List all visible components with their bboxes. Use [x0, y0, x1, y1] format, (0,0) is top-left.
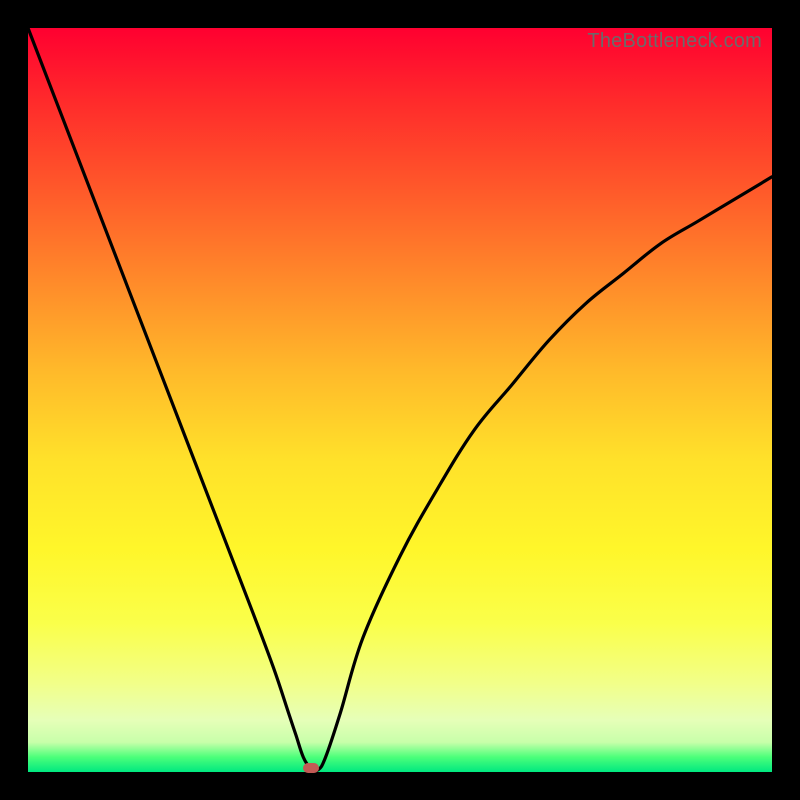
- bottleneck-curve: [28, 28, 772, 772]
- plot-area: TheBottleneck.com: [28, 28, 772, 772]
- chart-frame: TheBottleneck.com: [0, 0, 800, 800]
- minimum-marker: [303, 763, 319, 773]
